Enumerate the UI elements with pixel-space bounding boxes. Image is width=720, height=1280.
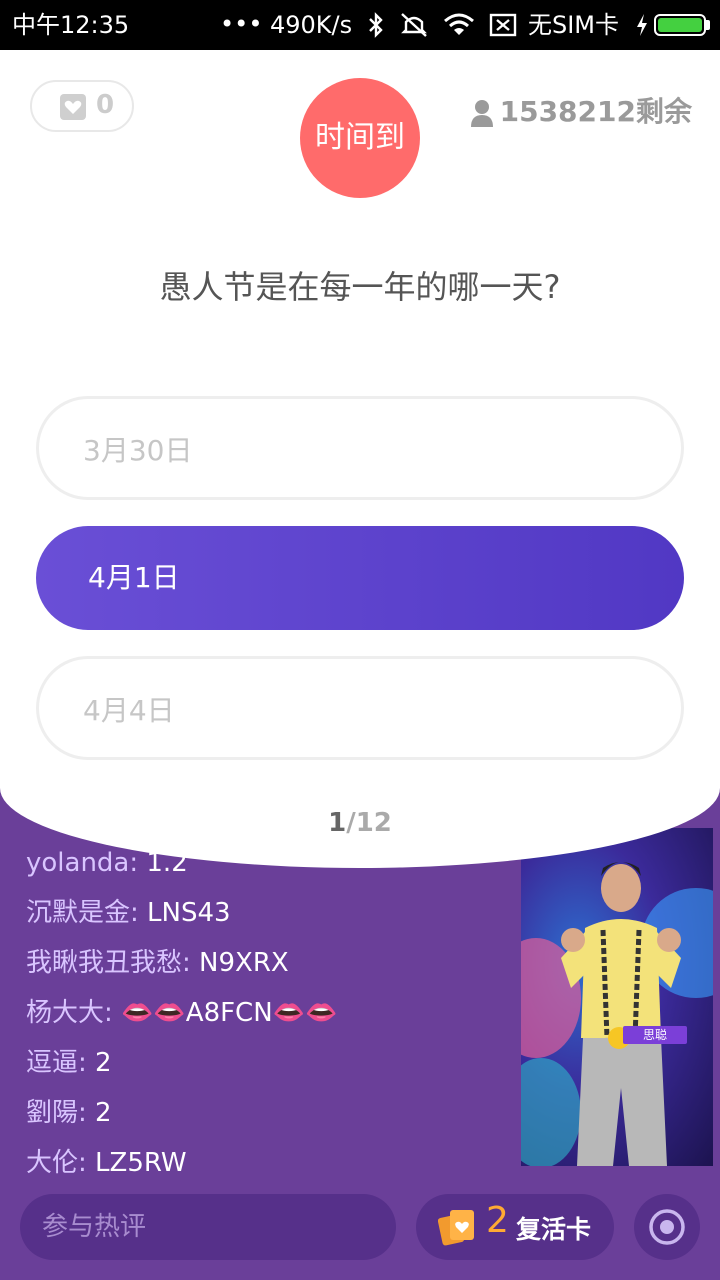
hearts-count: 0 (96, 90, 115, 120)
comment-author: 劉陽: (26, 1098, 87, 1128)
user-icon (470, 100, 493, 127)
answer-option-a[interactable]: 3月30日 (36, 396, 684, 500)
comment-item: 我瞅我丑我愁: N9XRX (26, 938, 516, 988)
bluetooth-icon (369, 12, 383, 38)
wifi-icon (444, 13, 474, 35)
revive-card-button[interactable]: 2 复活卡 (416, 1194, 614, 1260)
host-figure (561, 862, 681, 1166)
comment-item: 劉陽: 2 (26, 1088, 516, 1138)
players-remaining: 1538212剩余 (470, 90, 692, 130)
host-video[interactable]: 思聪 (521, 828, 713, 1166)
progress-total: /12 (346, 808, 392, 838)
more-notifications-icon: ••• (220, 10, 263, 38)
comment-input[interactable]: 参与热评 (20, 1194, 396, 1260)
comment-author: 逗逼: (26, 1048, 87, 1078)
comment-item: 大伦: LZ5RW (26, 1138, 516, 1188)
comment-author: 我瞅我丑我愁: (26, 948, 191, 978)
status-time: 中午12:35 (12, 11, 130, 39)
revive-card-icon (438, 1210, 474, 1246)
sim-status: 无SIM卡 (528, 11, 620, 39)
comment-text: LZ5RW (86, 1148, 187, 1178)
question-card: 0 时间到 1538212剩余 愚人节是在每一年的哪一天? 3月30日 4月1日… (0, 50, 720, 868)
comment-author: yolanda: (26, 848, 139, 878)
comment-author: 杨大大: (26, 998, 113, 1028)
comment-author: 大伦: (26, 1148, 87, 1178)
battery-icon (654, 14, 706, 36)
mute-icon (401, 13, 427, 37)
question-text: 愚人节是在每一年的哪一天? (159, 268, 561, 306)
countdown-timer: 时间到 (300, 78, 420, 198)
question-progress: 1/12 (0, 808, 720, 838)
comment-item: 沉默是金: LNS43 (26, 888, 516, 938)
comment-feed: yolanda: 1.2 沉默是金: LNS43 我瞅我丑我愁: N9XRX 杨… (26, 838, 516, 1188)
show-tag: 思聪 (623, 1026, 687, 1044)
status-bar: 中午12:35 ••• 490K/s 无SIM卡 (0, 0, 720, 50)
bottom-bar: 参与热评 2 复活卡 (0, 1176, 720, 1280)
heart-icon (60, 94, 86, 120)
charging-icon (637, 14, 647, 36)
network-speed: 490K/s (270, 11, 353, 39)
no-sim-icon (489, 13, 517, 37)
comment-text: LNS43 (138, 898, 231, 928)
revive-label: 复活卡 (516, 1215, 592, 1244)
battery-tip (706, 20, 710, 30)
record-button[interactable] (634, 1194, 700, 1260)
comment-author: 沉默是金: (26, 898, 139, 928)
revive-count: 2 (486, 1200, 509, 1241)
comment-text: 👄👄A8FCN👄👄 (112, 998, 338, 1028)
comment-item: 杨大大: 👄👄A8FCN👄👄 (26, 988, 516, 1038)
answer-option-c[interactable]: 4月4日 (36, 656, 684, 760)
progress-current: 1 (328, 808, 347, 838)
answer-option-b[interactable]: 4月1日 (36, 526, 684, 630)
comment-text: 2 (86, 1098, 112, 1128)
comment-text: N9XRX (190, 948, 289, 978)
players-remaining-text: 1538212剩余 (499, 95, 692, 128)
record-icon (649, 1209, 685, 1245)
comment-item: 逗逼: 2 (26, 1038, 516, 1088)
comment-text: 2 (86, 1048, 112, 1078)
hearts-badge[interactable]: 0 (30, 80, 134, 132)
